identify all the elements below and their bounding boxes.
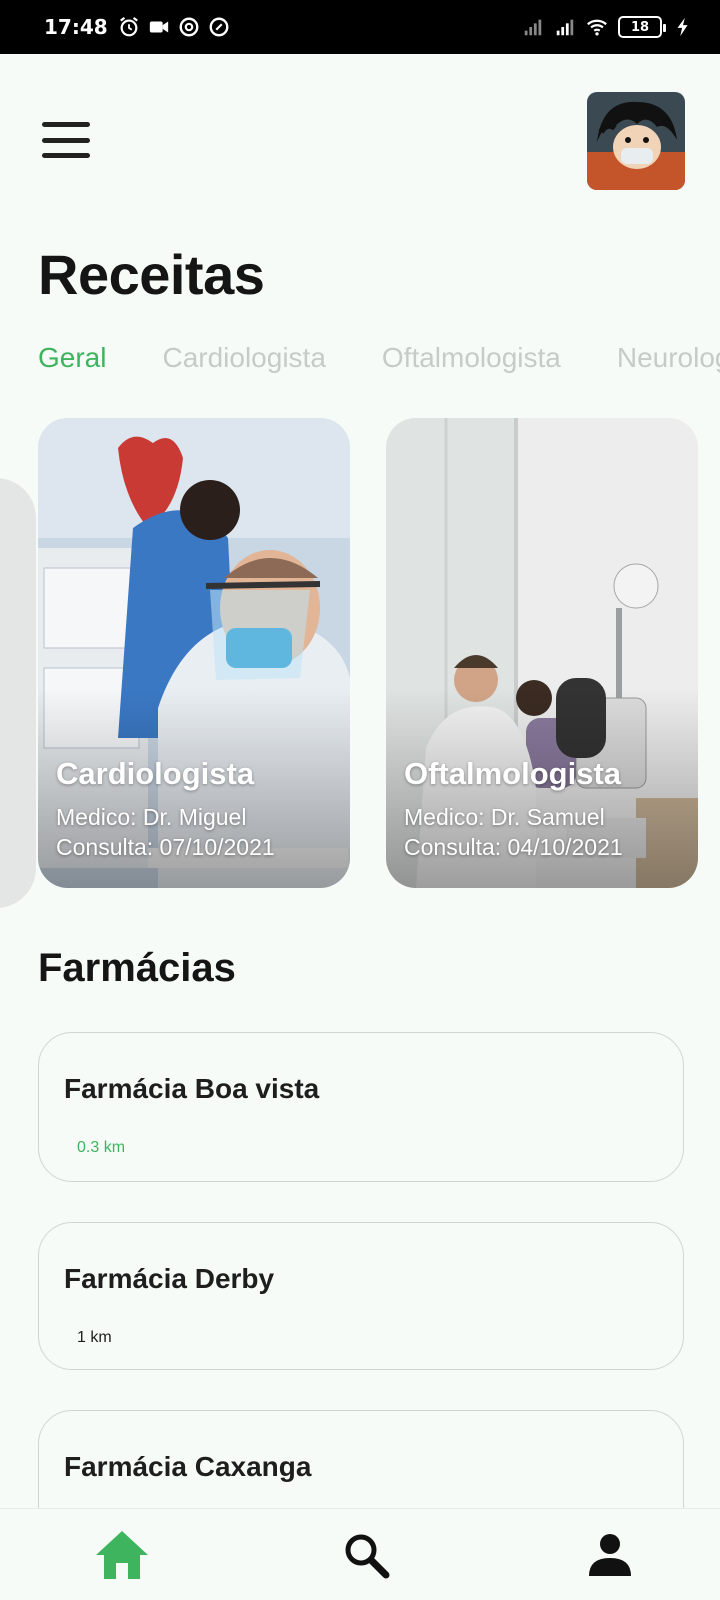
status-left: 17:48 <box>44 15 230 39</box>
pharmacy-distance: 1 km <box>77 1329 112 1346</box>
pharmacy-name: Farmácia Derby <box>64 1263 275 1294</box>
profile-icon <box>589 1533 631 1576</box>
tab-geral[interactable]: Geral <box>38 342 106 386</box>
status-time: 17:48 <box>44 15 108 39</box>
hamburger-line <box>42 153 90 158</box>
bottom-navigation <box>0 1508 720 1600</box>
card-title: Oftalmologista <box>404 756 622 791</box>
tab-oftalmologista[interactable]: Oftalmologista <box>382 342 561 386</box>
card-date: Consulta: 07/10/2021 <box>56 834 275 860</box>
pharmacies-title: Farmácias <box>38 946 236 990</box>
pharmacy-distance: 0.3 km <box>77 1139 126 1156</box>
pharmacy-name: Farmácia Boa vista <box>64 1073 320 1104</box>
status-bar: 17:48 18 <box>0 0 720 54</box>
home-icon <box>96 1530 148 1579</box>
nav-search-button[interactable] <box>336 1525 396 1585</box>
charging-icon <box>677 17 688 37</box>
card-text: Oftalmologista Medico: Dr. Samuel Consul… <box>404 756 623 862</box>
signal-icon <box>524 19 542 36</box>
status-right: 18 <box>522 16 694 38</box>
pharmacy-item[interactable]: Farmácia Derby 1 km <box>38 1222 684 1370</box>
card-date: Consulta: 04/10/2021 <box>404 834 623 860</box>
status-notification-icons <box>118 16 230 38</box>
pharmacy-item[interactable]: Farmácia Boa vista 0.3 km <box>38 1032 684 1182</box>
nav-home-button[interactable] <box>92 1525 152 1585</box>
tab-cardiologista[interactable]: Cardiologista <box>162 342 325 386</box>
prescription-carousel: Cardiologista Medico: Dr. Miguel Consult… <box>0 418 720 908</box>
prescription-card-oftalmologista[interactable]: Oftalmologista Medico: Dr. Samuel Consul… <box>386 418 698 888</box>
nav-profile-button[interactable] <box>580 1525 640 1585</box>
hamburger-line <box>42 137 90 143</box>
card-text: Cardiologista Medico: Dr. Miguel Consult… <box>56 756 275 862</box>
search-icon <box>345 1534 390 1578</box>
battery-level: 18 <box>630 19 650 35</box>
previous-card-peek[interactable] <box>0 478 36 908</box>
avatar-image <box>587 92 685 190</box>
card-doctor: Medico: Dr. Samuel <box>404 804 605 830</box>
at-sign-icon <box>179 17 199 37</box>
hamburger-line <box>42 122 90 127</box>
tab-neurologista[interactable]: Neurologista <box>617 342 720 386</box>
at-sign-icon <box>209 17 229 37</box>
page-title: Receitas <box>38 243 265 306</box>
wifi-icon <box>587 19 607 36</box>
card-title: Cardiologista <box>56 756 255 791</box>
signal-icon <box>556 19 574 36</box>
card-doctor: Medico: Dr. Miguel <box>56 804 247 830</box>
avatar[interactable] <box>587 92 685 190</box>
alarm-icon <box>119 16 138 37</box>
category-tabs: Geral Cardiologista Oftalmologista Neuro… <box>38 342 720 386</box>
video-camera-icon <box>149 21 168 33</box>
pharmacy-name: Farmácia Caxanga <box>64 1451 312 1482</box>
battery-icon: 18 <box>618 16 666 38</box>
menu-button[interactable] <box>40 118 92 162</box>
prescription-card-cardiologista[interactable]: Cardiologista Medico: Dr. Miguel Consult… <box>38 418 350 888</box>
